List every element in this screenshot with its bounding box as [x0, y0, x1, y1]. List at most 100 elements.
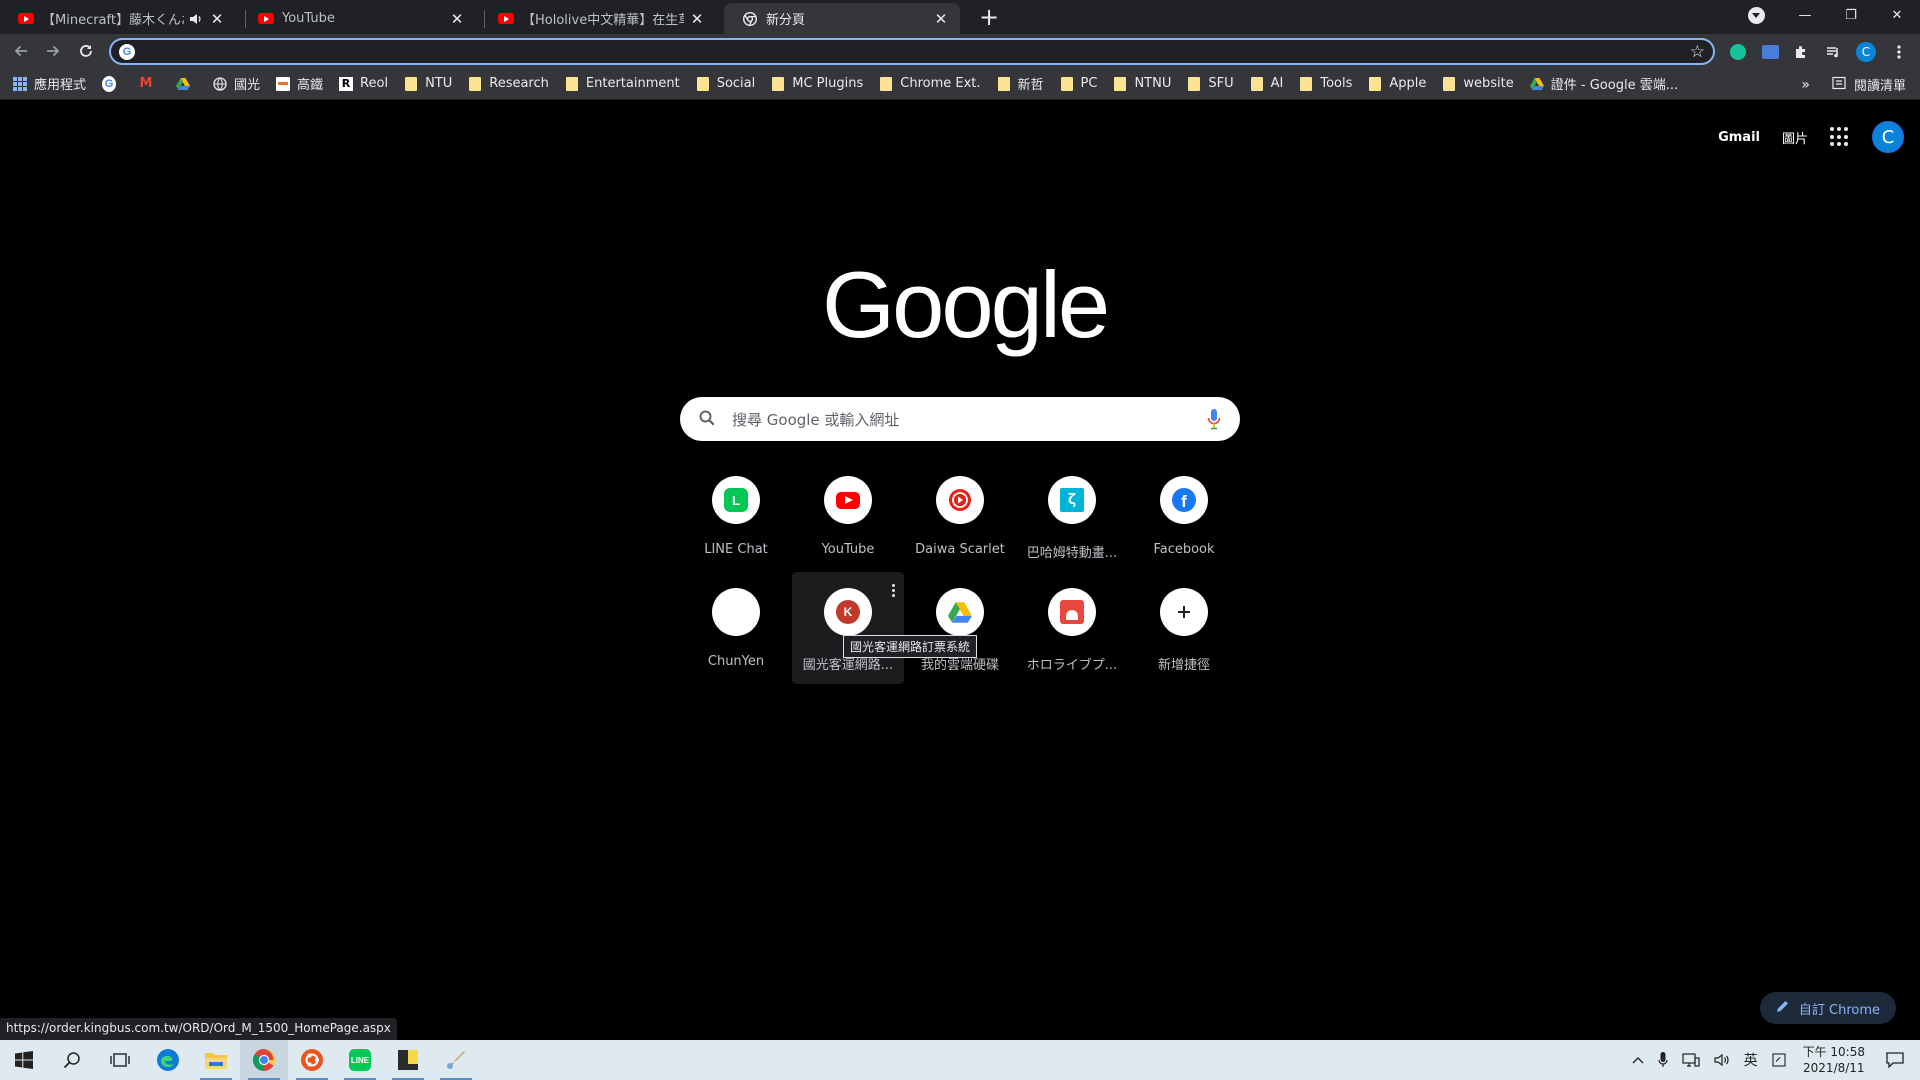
bookmark-folder-tools[interactable]: Tools — [1299, 76, 1352, 91]
bookmark-google[interactable]: G — [102, 75, 123, 92]
line-icon[interactable]: LINE — [336, 1040, 384, 1080]
ntp-top-links: Gmail 圖片 C — [1718, 121, 1904, 153]
bookmark-gmail[interactable]: M — [139, 76, 160, 91]
ubuntu-icon[interactable] — [288, 1040, 336, 1080]
shortcut-facebook[interactable]: f Facebook — [1128, 460, 1240, 572]
translate-icon[interactable] — [1760, 42, 1780, 62]
youtube-icon — [18, 11, 34, 27]
ntp-search-box[interactable]: 搜尋 Google 或輸入網址 — [680, 397, 1240, 441]
shortcut-bahamut[interactable]: ζ 巴哈姆特動畫... — [1016, 460, 1128, 572]
shortcut-daiwa-scarlet[interactable]: Daiwa Scarlet — [904, 460, 1016, 572]
bookmark-star-icon[interactable]: ☆ — [1690, 42, 1705, 62]
account-avatar[interactable]: C — [1872, 121, 1904, 153]
address-bar[interactable]: G ☆ — [109, 38, 1715, 65]
ime-mode-icon[interactable] — [1772, 1053, 1786, 1067]
images-link[interactable]: 圖片 — [1782, 128, 1808, 147]
shortcut-chunyen[interactable]: ChunYen — [680, 572, 792, 684]
bookmark-reol[interactable]: R Reol — [339, 76, 388, 91]
shortcut-hololive[interactable]: ホロライブプ... — [1016, 572, 1128, 684]
network-icon[interactable] — [1681, 1052, 1700, 1068]
bookmark-label: 國光 — [234, 78, 261, 93]
bookmark-label: Tools — [1320, 76, 1353, 91]
bookmark-thsr[interactable]: 高鐵 — [276, 74, 323, 93]
bookmark-folder-ai[interactable]: AI — [1250, 76, 1283, 91]
microphone-icon[interactable] — [1206, 408, 1222, 430]
media-controls-icon[interactable] — [1823, 42, 1843, 62]
bookmark-kuo-kuang[interactable]: 國光 — [213, 74, 260, 93]
shortcut-youtube[interactable]: YouTube — [792, 460, 904, 572]
close-tab-icon[interactable]: ✕ — [448, 10, 466, 28]
shortcut-kingbus[interactable]: K 國光客運網路... — [792, 572, 904, 684]
profile-avatar[interactable]: C — [1856, 42, 1876, 62]
forward-button[interactable] — [41, 40, 65, 62]
address-input[interactable] — [141, 43, 1690, 60]
bookmark-folder-apple[interactable]: Apple — [1368, 76, 1426, 91]
system-clock[interactable]: 下午 10:58 2021/8/11 — [1803, 1044, 1865, 1076]
menu-kebab-icon[interactable] — [1889, 42, 1909, 62]
file-explorer-icon[interactable] — [192, 1040, 240, 1080]
gmail-link[interactable]: Gmail — [1718, 130, 1760, 145]
folder-icon — [1113, 76, 1127, 91]
minimize-button[interactable]: — — [1782, 0, 1828, 30]
reading-list-button[interactable]: 閱讀清單 — [1854, 75, 1906, 94]
folder-icon — [1250, 76, 1264, 91]
blank-icon — [712, 588, 760, 636]
bookmark-folder-pc[interactable]: PC — [1060, 76, 1097, 91]
notification-center-icon[interactable] — [1886, 1052, 1904, 1068]
extensions-icon[interactable] — [1791, 42, 1811, 62]
shortcut-label: ホロライブプ... — [1026, 658, 1118, 673]
reload-button[interactable] — [74, 40, 98, 62]
windows-start-icon[interactable] — [0, 1040, 48, 1080]
tab-hololive[interactable]: 【Hololive中文精華】在生草餌職 ✕ — [480, 3, 716, 34]
google-apps-icon[interactable] — [1830, 127, 1850, 147]
sticky-notes-icon[interactable] — [384, 1040, 432, 1080]
toolbar: G ☆ C — [0, 34, 1920, 68]
bookmark-drive-documents[interactable]: 證件 - Google 雲端... — [1529, 74, 1678, 93]
search-icon[interactable] — [48, 1040, 96, 1080]
shortcut-my-drive[interactable]: 我的雲端硬碟 — [904, 572, 1016, 684]
bookmark-apps[interactable]: 應用程式 — [13, 74, 86, 93]
shortcut-line-chat[interactable]: L LINE Chat — [680, 460, 792, 572]
bookmark-folder-research[interactable]: Research — [468, 76, 549, 91]
tab-new-tab[interactable]: 新分頁 ✕ — [724, 3, 960, 34]
volume-icon[interactable] — [1713, 1052, 1730, 1068]
chevron-up-icon[interactable] — [1632, 1056, 1644, 1064]
back-button[interactable] — [9, 40, 33, 62]
bookmark-folder-entertainment[interactable]: Entertainment — [565, 76, 680, 91]
apps-grid-icon — [13, 76, 27, 91]
globe-icon — [213, 76, 227, 91]
reading-list-icon — [1832, 76, 1846, 94]
restore-button[interactable]: ❐ — [1828, 0, 1874, 30]
bookmark-folder-website[interactable]: website — [1442, 76, 1514, 91]
paint-icon[interactable] — [432, 1040, 480, 1080]
close-tab-icon[interactable]: ✕ — [208, 10, 226, 28]
shortcut-menu-icon[interactable] — [890, 582, 896, 599]
bookmark-folder-sfu[interactable]: SFU — [1187, 76, 1234, 91]
close-window-button[interactable]: ✕ — [1874, 0, 1920, 30]
bookmark-folder-chrome-ext[interactable]: Chrome Ext. — [879, 76, 981, 91]
bookmark-folder-ntu[interactable]: NTU — [404, 76, 452, 91]
tab-search-icon[interactable] — [1748, 7, 1765, 24]
folder-icon — [1060, 76, 1074, 91]
task-view-icon[interactable] — [96, 1040, 144, 1080]
bookmark-folder-mc-plugins[interactable]: MC Plugins — [771, 76, 863, 91]
tab-youtube[interactable]: YouTube ✕ — [240, 3, 476, 34]
grammarly-icon[interactable] — [1728, 42, 1748, 62]
bookmark-folder-social[interactable]: Social — [696, 76, 755, 91]
microphone-icon[interactable] — [1657, 1052, 1668, 1068]
chrome-icon[interactable] — [240, 1040, 288, 1080]
bookmark-drive[interactable] — [176, 77, 197, 91]
shortcut-label: YouTube — [821, 542, 875, 557]
ime-indicator[interactable]: 英 — [1744, 1050, 1758, 1070]
close-tab-icon[interactable]: ✕ — [688, 10, 706, 28]
edge-icon[interactable] — [144, 1040, 192, 1080]
new-tab-button[interactable]: + — [976, 5, 1002, 31]
bookmark-folder-ntnu[interactable]: NTNU — [1113, 76, 1171, 91]
bookmarks-overflow-button[interactable]: » — [1801, 77, 1810, 93]
tab-minecraft[interactable]: 【Minecraft】藤木くんお迎 ✕ — [0, 3, 236, 34]
bookmark-folder-xinzhe[interactable]: 新哲 — [997, 74, 1044, 93]
customize-chrome-button[interactable]: 自訂 Chrome — [1759, 992, 1896, 1024]
close-tab-icon[interactable]: ✕ — [932, 10, 950, 28]
add-shortcut-button[interactable]: 新增捷徑 — [1128, 572, 1240, 684]
speaker-icon[interactable] — [188, 11, 204, 27]
